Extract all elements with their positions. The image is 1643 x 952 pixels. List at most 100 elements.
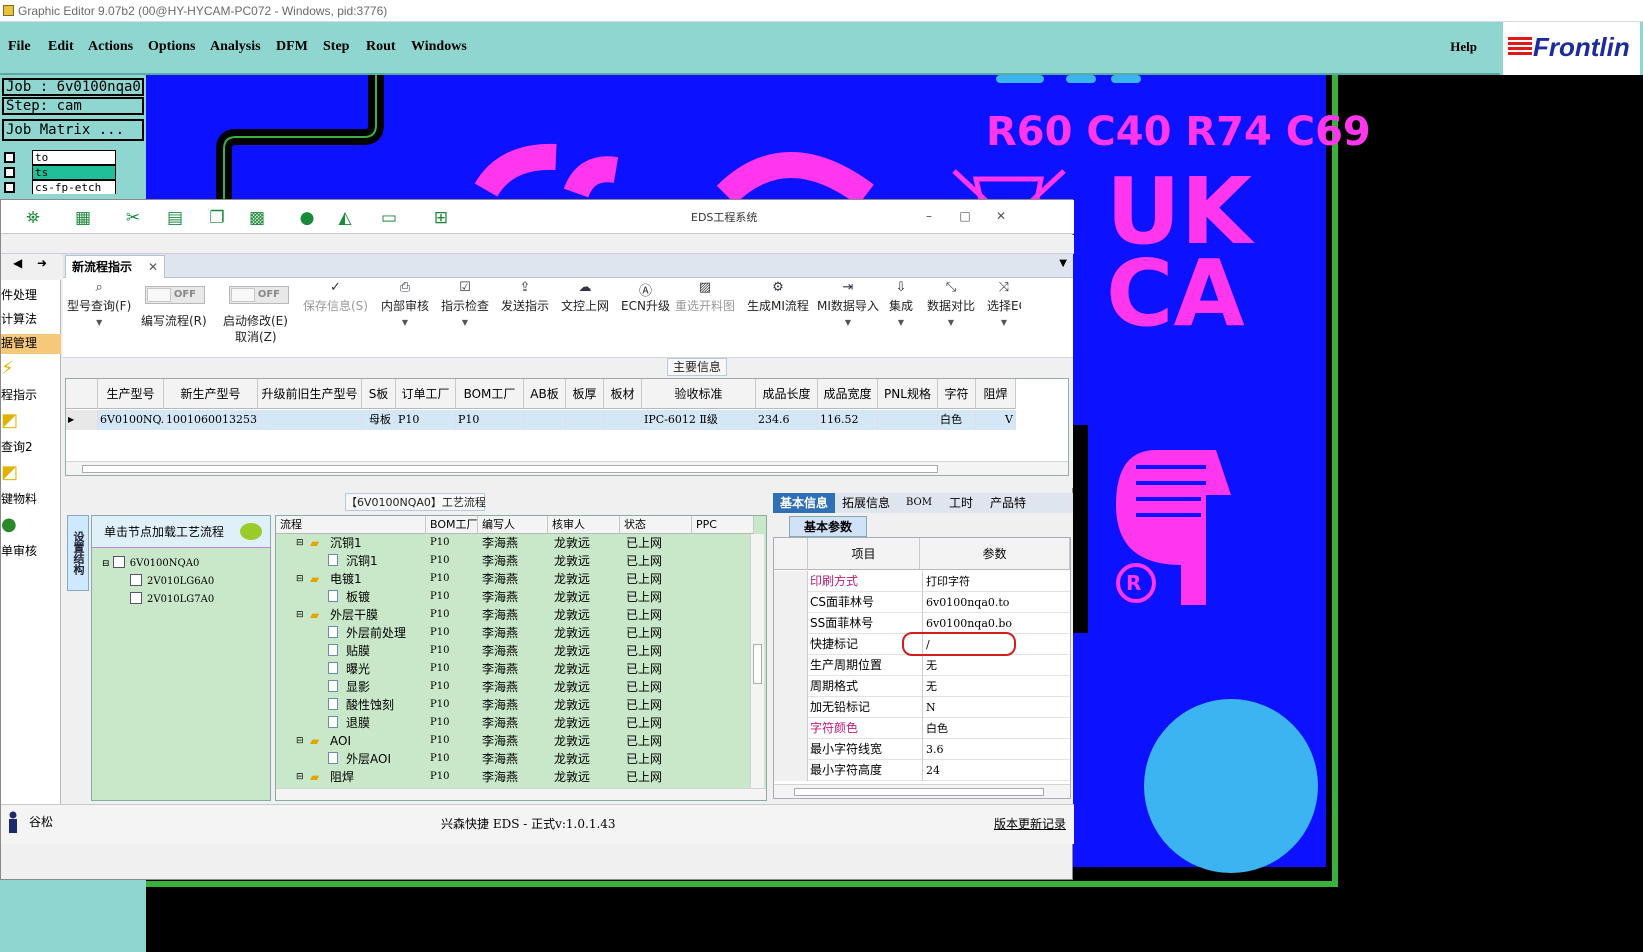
- table-row[interactable]: 外层前处理 P10 李海燕 龙敦远 已上网: [276, 624, 748, 642]
- menu-dfm[interactable]: DFM: [276, 39, 308, 55]
- write-flow-toggle[interactable]: OFF: [145, 286, 205, 304]
- property-value[interactable]: 白色: [922, 718, 1070, 739]
- table-cell[interactable]: 116.52: [818, 410, 878, 430]
- table-cell[interactable]: 6V0100NQA0: [98, 410, 164, 430]
- scissors-icon[interactable]: ✂: [123, 209, 143, 227]
- table-row[interactable]: 曝光 P10 李海燕 龙敦远 已上网: [276, 660, 748, 678]
- model-query-button[interactable]: ⌕ 型号查询(F) ▼: [67, 280, 131, 327]
- table-icon[interactable]: ▦: [73, 209, 93, 227]
- column-header[interactable]: 参数: [920, 538, 1070, 570]
- column-header[interactable]: S板: [362, 379, 396, 409]
- expand-toggle-icon[interactable]: ⊟: [296, 570, 304, 588]
- table-row[interactable]: ⊟ ▰ AOI P10 李海燕 龙敦远 已上网: [276, 732, 748, 750]
- column-header[interactable]: 项目: [808, 538, 920, 570]
- property-value[interactable]: 24: [922, 760, 1070, 781]
- table-row[interactable]: 退膜 P10 李海燕 龙敦远 已上网: [276, 714, 748, 732]
- job-matrix-button[interactable]: Job Matrix ...: [2, 119, 144, 141]
- table-row[interactable]: 沉铜1 P10 李海燕 龙敦远 已上网: [276, 552, 748, 570]
- property-value[interactable]: 3.6: [922, 739, 1070, 760]
- column-header[interactable]: 字符: [938, 379, 976, 409]
- table-cell[interactable]: [566, 410, 604, 430]
- tab-close-icon[interactable]: ✕: [148, 256, 158, 278]
- property-value[interactable]: N: [922, 697, 1070, 718]
- nav-item[interactable]: 键物料: [1, 490, 61, 507]
- column-header[interactable]: 流程: [276, 516, 426, 534]
- table-cell[interactable]: 母板: [362, 410, 396, 430]
- menu-help[interactable]: Help: [1450, 39, 1477, 55]
- column-header[interactable]: 订单工厂: [396, 379, 456, 409]
- integrate-button[interactable]: ⇩ 集成 ▼: [889, 280, 913, 327]
- layer-row[interactable]: cs-fp-etch: [2, 180, 116, 194]
- table-row[interactable]: 板镀 P10 李海燕 龙敦远 已上网: [276, 588, 748, 606]
- nav-item[interactable]: 查询2: [1, 438, 61, 455]
- menu-step[interactable]: Step: [323, 39, 349, 55]
- table-cell[interactable]: [524, 410, 566, 430]
- ecn-upgrade-button[interactable]: Ⓐ ECN升级: [621, 280, 670, 314]
- send-instruction-button[interactable]: ⇪ 发送指示: [501, 280, 549, 314]
- expand-toggle-icon[interactable]: ⊟: [296, 768, 304, 786]
- table-cell[interactable]: P10: [396, 410, 456, 430]
- nav-forward-icon[interactable]: ➜: [37, 256, 47, 270]
- nav-item[interactable]: 件处理: [1, 286, 61, 303]
- property-value[interactable]: 打印字符: [922, 571, 1070, 592]
- layer-row[interactable]: ts: [2, 165, 116, 180]
- generate-mi-flow-button[interactable]: ⚙ 生成MI流程: [747, 280, 809, 314]
- scrollbar-thumb[interactable]: [753, 644, 762, 684]
- table-cell[interactable]: 234.6: [756, 410, 818, 430]
- table-row[interactable]: 显影 P10 李海燕 龙敦远 已上网: [276, 678, 748, 696]
- layer-row[interactable]: to: [2, 150, 116, 165]
- property-value[interactable]: 6v0100nqa0.to: [922, 592, 1070, 613]
- user-icon[interactable]: ●: [297, 209, 317, 227]
- windows-icon[interactable]: ⊞: [431, 209, 451, 227]
- table-row[interactable]: 外层AOI P10 李海燕 龙敦远 已上网: [276, 750, 748, 768]
- menu-file[interactable]: File: [8, 39, 31, 55]
- column-header[interactable]: 板厚: [566, 379, 604, 409]
- structure-vertical-tab[interactable]: 设置结构: [67, 515, 89, 591]
- eds-window[interactable]: ⛯ ▦ ✂ ▤ ❐ ▩ ● ◭ ▭ ⊞ EDS工程系统 – □ ✕ ◀ ➜ 件处…: [0, 199, 1074, 880]
- table-cell[interactable]: [604, 410, 642, 430]
- menu-actions[interactable]: Actions: [88, 39, 133, 55]
- chart-icon[interactable]: ◭: [335, 209, 355, 227]
- film-icon[interactable]: ▤: [165, 209, 185, 227]
- tab-bom[interactable]: BOM: [897, 493, 941, 513]
- scrollbar-thumb[interactable]: [794, 788, 1044, 796]
- menu-options[interactable]: Options: [148, 39, 195, 55]
- scrollbar-thumb[interactable]: [82, 465, 938, 473]
- reselect-cutting-button[interactable]: ▨ 重选开料图: [675, 280, 735, 314]
- column-header[interactable]: 成品宽度: [818, 379, 878, 409]
- column-header[interactable]: PNL规格: [878, 379, 938, 409]
- expand-toggle-icon[interactable]: ⊟: [296, 732, 304, 750]
- table-cell[interactable]: V: [976, 410, 1016, 430]
- property-row[interactable]: SS面菲林号 6v0100nqa0.bo: [774, 613, 1070, 634]
- nav-item-selected[interactable]: 据管理: [1, 334, 61, 354]
- layer-checkbox[interactable]: [4, 167, 15, 178]
- property-value[interactable]: 无: [922, 676, 1070, 697]
- menu-rout[interactable]: Rout: [366, 39, 396, 55]
- property-value[interactable]: 6v0100nqa0.bo: [922, 613, 1070, 634]
- tab-new-flow[interactable]: 新流程指示 ✕: [65, 255, 165, 278]
- data-compare-button[interactable]: ⤡ 数据对比 ▼: [927, 280, 975, 327]
- expand-toggle-icon[interactable]: ⊟: [296, 534, 304, 552]
- property-row[interactable]: 生产周期位置 无: [774, 655, 1070, 676]
- expand-toggle-icon[interactable]: ⊟: [296, 606, 304, 624]
- tree-node[interactable]: 2V010LG7A0: [130, 592, 214, 605]
- property-row[interactable]: CS面菲林号 6v0100nqa0.to: [774, 592, 1070, 613]
- property-row[interactable]: 加无铅标记 N: [774, 697, 1070, 718]
- table-cell[interactable]: [258, 410, 362, 430]
- nav-item[interactable]: 计算法: [1, 310, 61, 327]
- column-header[interactable]: 成品长度: [756, 379, 818, 409]
- menu-windows[interactable]: Windows: [411, 39, 467, 55]
- menu-edit[interactable]: Edit: [48, 39, 74, 55]
- table-cell[interactable]: P10: [456, 410, 524, 430]
- property-value[interactable]: 无: [922, 655, 1070, 676]
- close-icon[interactable]: ✕: [993, 208, 1009, 224]
- menu-analysis[interactable]: Analysis: [210, 39, 261, 55]
- process-hscrollbar[interactable]: [276, 788, 766, 800]
- tab-menu-icon[interactable]: ▼: [1059, 258, 1067, 269]
- column-header[interactable]: 生产型号: [98, 379, 164, 409]
- table-cell[interactable]: [878, 410, 938, 430]
- tab-product-features[interactable]: 产品特: [983, 493, 1033, 513]
- table-cell[interactable]: 白色: [938, 410, 976, 430]
- column-header[interactable]: 阻焊: [976, 379, 1016, 409]
- nav-item[interactable]: 单审核: [1, 542, 61, 559]
